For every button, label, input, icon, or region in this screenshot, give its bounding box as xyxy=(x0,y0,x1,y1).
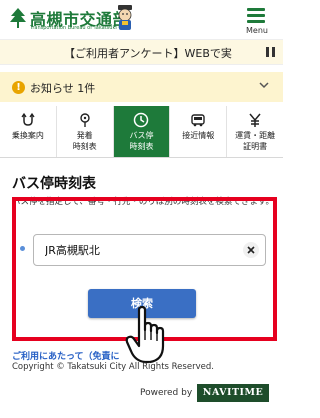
hamburger-icon-bar xyxy=(247,20,265,23)
hamburger-icon-bar xyxy=(247,14,265,17)
bus-icon xyxy=(191,114,205,127)
site-subtitle: Transportation Bureau of Takatsuki City xyxy=(30,25,129,31)
page-title: バス停時刻表 xyxy=(12,176,96,192)
mascot-icon xyxy=(118,5,132,30)
bus-stop-input[interactable] xyxy=(33,234,266,266)
chevron-down-icon[interactable] xyxy=(259,80,269,90)
announcement-banner[interactable]: 【ご利用者アンケート】WEBで実 xyxy=(0,39,283,65)
departure-icon xyxy=(79,113,90,127)
tree-logo-icon xyxy=(10,8,26,28)
notice-bar[interactable]: ! お知らせ 1件 xyxy=(0,72,283,102)
app-header: 高槻市交通部 Transportation Bureau of Takatsuk… xyxy=(0,0,283,39)
navitime-logo[interactable]: NAVITIME xyxy=(197,384,269,402)
tab-label: 接近情報 xyxy=(182,131,215,140)
tab-label: 乗換案内 xyxy=(11,131,44,140)
clock-icon xyxy=(134,112,149,128)
close-icon xyxy=(247,246,255,254)
notice-text[interactable]: お知らせ 1件 xyxy=(30,80,95,96)
tab-bus-stop-timetable[interactable]: バス停 時刻表 xyxy=(113,106,171,157)
clear-button[interactable] xyxy=(243,242,259,258)
tab-transit[interactable]: 乗換案内 xyxy=(0,106,57,157)
banner-text[interactable]: 【ご利用者アンケート】WEBで実 xyxy=(64,45,232,61)
tab-fare-certificate[interactable]: 運賃・距離 証明書 xyxy=(227,106,283,157)
tab-label: 発着 時刻表 xyxy=(72,131,97,151)
hamburger-icon-bar xyxy=(247,8,265,11)
nav-tabs: 乗換案内 発着 時刻表 バス停 時刻表 接近情報 運賃・距離 証明書 xyxy=(0,106,283,158)
tab-label: 運賃・距離 証明書 xyxy=(235,131,276,151)
transit-icon xyxy=(21,112,35,126)
tab-departure-timetable[interactable]: 発着 時刻表 xyxy=(56,106,114,157)
hand-pointer-icon xyxy=(125,306,165,364)
terms-link[interactable]: ご利用にあたって（免責に xyxy=(12,349,120,362)
tab-approach-info[interactable]: 接近情報 xyxy=(170,106,228,157)
pause-icon[interactable] xyxy=(265,46,277,58)
yen-icon xyxy=(249,113,261,127)
warning-icon: ! xyxy=(12,81,25,94)
menu-button[interactable]: Menu xyxy=(243,6,271,36)
menu-label: Menu xyxy=(246,26,268,35)
tab-label: バス停 時刻表 xyxy=(129,131,154,151)
copyright-text: Copyright © Takatsuki City All Rights Re… xyxy=(12,362,214,372)
powered-by-label: Powered by xyxy=(140,388,193,398)
input-bullet-icon xyxy=(20,246,25,251)
